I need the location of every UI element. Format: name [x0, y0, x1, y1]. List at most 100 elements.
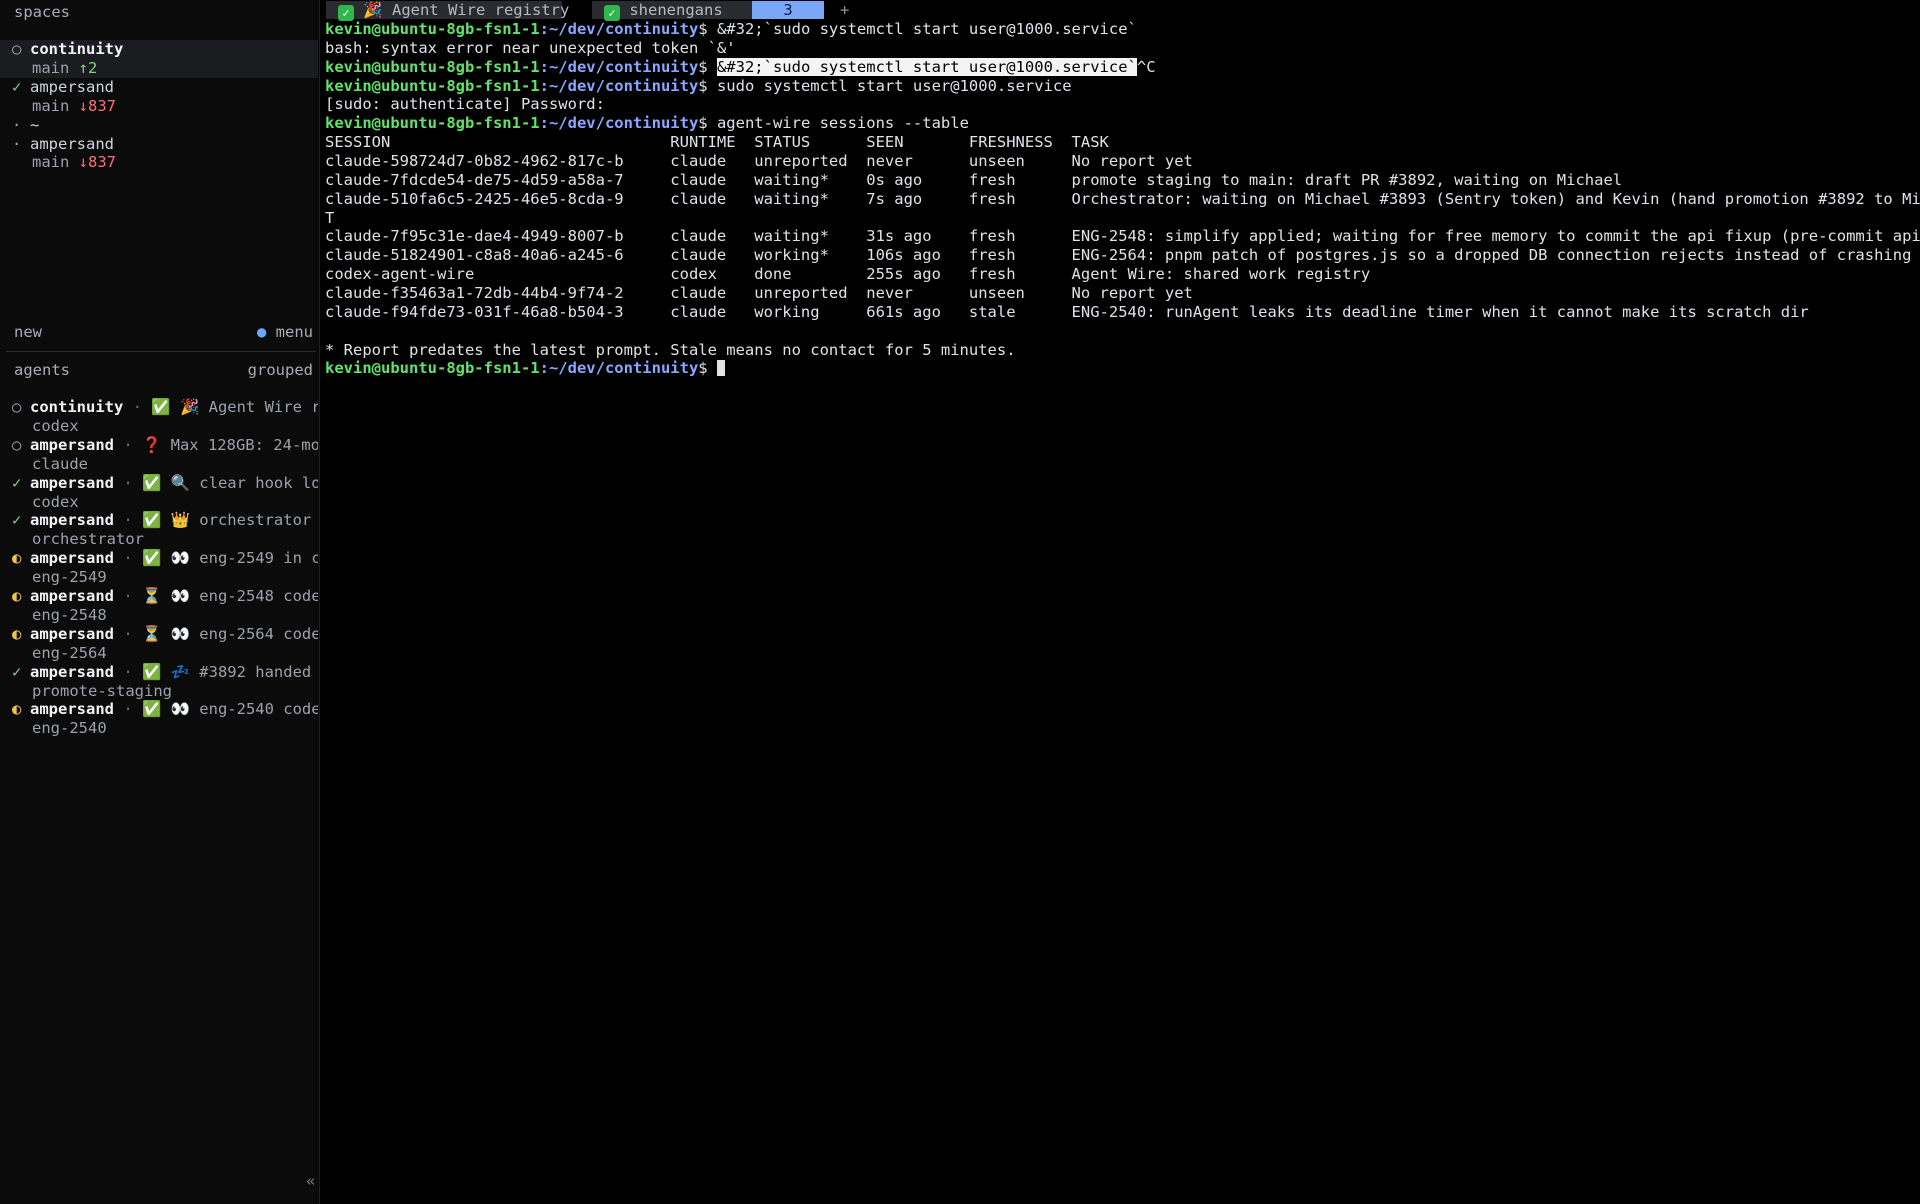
terminal-line: claude-51824901-c8a8-40a6-a245-6 claude …	[325, 246, 1912, 265]
terminal-line: codex-agent-wire codex done 255s ago fre…	[325, 265, 1371, 284]
agent-result-icon: ✅	[142, 473, 171, 492]
agent-kind-label: orchestrator	[32, 530, 144, 549]
agent-summary: clear hook lo…	[199, 473, 318, 492]
separator-dot: ·	[114, 473, 142, 492]
terminal-line: claude-f94fde73-031f-46a8-b504-3 claude …	[325, 302, 1809, 321]
agent-space-name: ampersand	[30, 435, 114, 454]
agent-item[interactable]: ○ ampersand · ❓ Max 128GB: 24-mo…	[0, 436, 318, 455]
agent-status-icon: ✓	[12, 473, 22, 492]
agent-result-icon: ✅	[142, 662, 171, 681]
agent-summary: eng-2564 code…	[199, 624, 318, 643]
selected-command-text: &#32;`sudo systemctl start user@1000.ser…	[716, 57, 1137, 76]
agent-item[interactable]: ◐ ampersand · ⏳ 👀 eng-2564 code…	[0, 625, 318, 644]
terminal-line: claude-598724d7-0b82-4962-817c-b claude …	[325, 152, 1193, 171]
space-branch-delta: ↓837	[78, 96, 116, 115]
prompt-sign: $	[698, 114, 717, 133]
prompt-path: :~/dev/continuity	[539, 359, 699, 378]
space-item[interactable]: · ampersand	[0, 135, 318, 154]
space-name: ampersand	[30, 77, 114, 96]
terminal[interactable]: kevin@ubuntu-8gb-fsn1-1:~/dev/continuity…	[325, 20, 1920, 378]
agent-status-icon: ◐	[12, 549, 22, 568]
agent-result-icon: ✅	[151, 398, 180, 416]
command-text: agent-wire sessions --table	[716, 114, 969, 133]
agent-item[interactable]: ✓ ampersand · ✅ 👑 orchestrator	[0, 511, 318, 530]
space-status-icon: ✓	[12, 77, 22, 96]
prompt-sign: $	[698, 76, 717, 95]
agent-status-icon: ◐	[12, 700, 22, 719]
new-space-button[interactable]: new	[14, 322, 42, 342]
prompt-user: kevin@ubuntu-8gb-fsn1-1	[325, 76, 540, 95]
agent-emoji-icon: 🔍	[170, 473, 200, 492]
space-branch-name: main	[32, 96, 79, 115]
command-text: sudo systemctl start user@1000.service	[716, 76, 1072, 95]
agent-status-icon: ✓	[12, 511, 22, 530]
agent-space-name: ampersand	[30, 587, 114, 605]
agent-status-icon: ◐	[12, 587, 22, 605]
menu-label: menu	[275, 323, 313, 341]
space-status-icon: ·	[12, 134, 22, 153]
sidebar: spaces ○ continuity main ↑2 ✓ ampersand main …	[0, 0, 320, 1204]
terminal-line: * Report predates the latest prompt. Sta…	[325, 340, 1016, 359]
agent-kind: claude	[0, 455, 318, 474]
separator-dot: ·	[114, 511, 142, 530]
prompt-sign: $	[698, 359, 717, 378]
prompt-user: kevin@ubuntu-8gb-fsn1-1	[325, 359, 540, 378]
space-name: continuity	[30, 40, 124, 58]
agent-item[interactable]: ◐ ampersand · ✅ 👀 eng-2540 code…	[0, 700, 318, 719]
agent-result-icon: ⏳	[142, 587, 171, 605]
agent-kind: eng-2564	[0, 644, 318, 663]
terminal-line: kevin@ubuntu-8gb-fsn1-1:~/dev/continuity…	[325, 20, 1915, 39]
space-status-icon: ○	[12, 40, 22, 58]
agent-space-name: ampersand	[30, 549, 114, 568]
agent-kind: codex	[0, 417, 318, 436]
agent-kind-label: codex	[32, 416, 79, 435]
agent-emoji-icon: 💤	[170, 662, 200, 681]
new-tab-button[interactable]: +	[840, 1, 849, 19]
menu-button[interactable]: ● menu	[257, 322, 313, 342]
agent-item[interactable]: ◐ ampersand · ⏳ 👀 eng-2548 code…	[0, 587, 318, 606]
terminal-tab[interactable]: ✓ 🎉 Agent Wire registry	[326, 1, 569, 21]
agent-kind: eng-2540	[0, 719, 318, 738]
agent-emoji-icon: 👀	[170, 700, 200, 719]
terminal-tab[interactable]: ✓ shenengans	[592, 1, 766, 21]
terminal-line: [sudo: authenticate] Password:	[325, 95, 605, 114]
separator-dot: ·	[114, 662, 142, 681]
prompt-path: :~/dev/continuity	[539, 76, 699, 95]
space-branch-name: main	[32, 153, 79, 172]
tab-emoji-icon: 🎉	[363, 1, 392, 19]
agent-kind-label: eng-2549	[32, 568, 107, 587]
separator-dot: ·	[123, 398, 152, 416]
agent-item[interactable]: ✓ ampersand · ✅ 🔍 clear hook lo…	[0, 474, 318, 493]
agent-emoji-icon: 👑	[170, 511, 200, 530]
tab-bar: ✓ 🎉 Agent Wire registry ✓ shenengans 3 +	[322, 0, 1920, 21]
sidebar-divider	[6, 351, 316, 352]
terminal-line: claude-7f95c31e-dae4-4949-8007-b claude …	[325, 227, 1920, 246]
terminal-line: claude-f35463a1-72db-44b4-9f74-2 claude …	[325, 284, 1193, 303]
spaces-title: spaces	[14, 3, 70, 21]
prompt-user: kevin@ubuntu-8gb-fsn1-1	[325, 20, 540, 38]
agent-space-name: ampersand	[30, 473, 114, 492]
grouped-toggle[interactable]: grouped	[248, 360, 313, 380]
agent-item[interactable]: ○ continuity · ✅ 🎉 Agent Wire r…	[0, 398, 318, 417]
tab-label: 3	[783, 1, 793, 19]
tab-label: Agent Wire registry	[391, 1, 570, 19]
terminal-cursor	[716, 360, 725, 377]
agent-kind-label: eng-2540	[32, 719, 107, 738]
terminal-tab[interactable]: 3	[752, 1, 824, 19]
collapse-sidebar-button[interactable]: «	[306, 1172, 315, 1190]
agent-kind: promote-staging	[0, 682, 318, 701]
agent-space-name: ampersand	[30, 624, 114, 643]
space-item[interactable]: ✓ ampersand	[0, 78, 318, 97]
space-item[interactable]: · ~	[0, 116, 318, 135]
agent-summary: eng-2540 code…	[199, 700, 318, 719]
agent-item[interactable]: ✓ ampersand · ✅ 💤 #3892 handed …	[0, 663, 318, 682]
agent-item[interactable]: ◐ ampersand · ✅ 👀 eng-2549 in c…	[0, 549, 318, 568]
space-branch: main ↓837	[0, 97, 318, 116]
menu-dot-icon: ●	[256, 323, 267, 341]
agent-result-icon: ✅	[142, 700, 171, 719]
agent-space-name: continuity	[30, 398, 124, 416]
agent-summary: eng-2548 code…	[199, 587, 318, 605]
agent-emoji-icon: 👀	[170, 587, 200, 605]
agent-summary: orchestrator	[199, 511, 312, 530]
terminal-line: claude-7fdcde54-de75-4d59-a58a-7 claude …	[325, 170, 1623, 189]
